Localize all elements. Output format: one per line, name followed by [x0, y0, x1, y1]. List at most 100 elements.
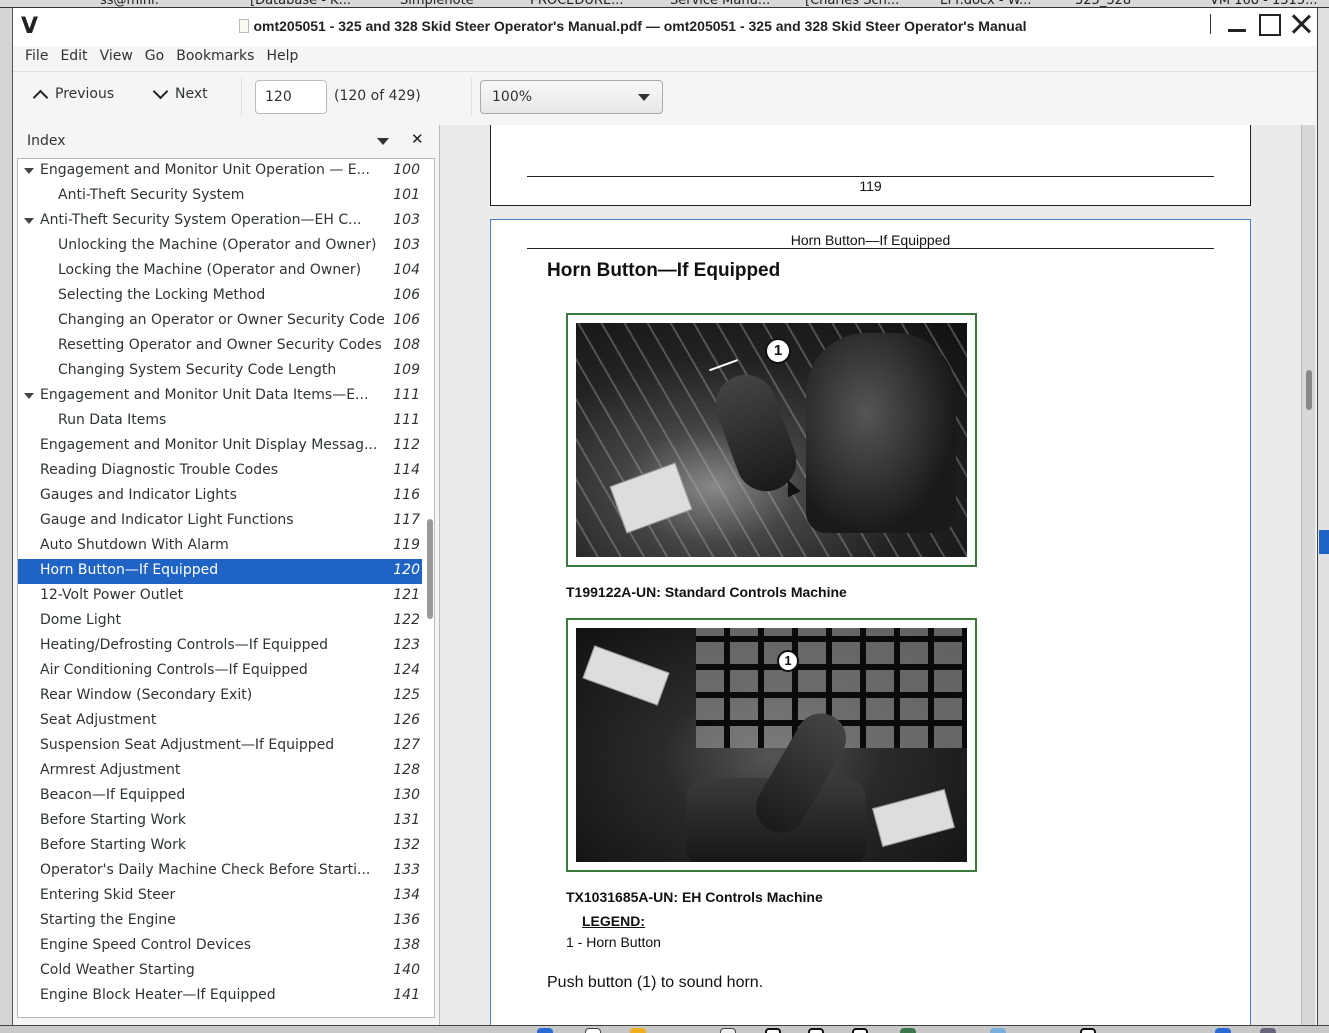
taskbar-app-icon[interactable]: [1260, 1028, 1276, 1033]
toc-item-label: Entering Skid Steer: [40, 887, 176, 903]
taskbar-item[interactable]: [Charles Sch...: [805, 0, 899, 7]
toc-item[interactable]: Anti-Theft Security System 101: [18, 184, 422, 209]
toc-item[interactable]: Dome Light 122: [18, 609, 422, 634]
page-number-input[interactable]: [255, 80, 327, 114]
taskbar-item[interactable]: ss@mini:: [100, 0, 159, 7]
taskbar-app-icon[interactable]: [808, 1028, 824, 1033]
toc-item-label: Engine Speed Control Devices: [40, 937, 251, 953]
callout-1: 1: [777, 650, 799, 672]
photo-eh-controls: 1: [576, 628, 967, 862]
toc-item[interactable]: Engagement and Monitor Unit Data Items—E…: [18, 384, 422, 409]
toc-item[interactable]: Engagement and Monitor Unit Operation — …: [18, 159, 422, 184]
toc-item[interactable]: Auto Shutdown With Alarm 119: [18, 534, 422, 559]
toc-item[interactable]: Unlocking the Machine (Operator and Owne…: [18, 234, 422, 259]
taskbar-app-icon[interactable]: [720, 1028, 736, 1033]
expander-triangle-icon[interactable]: [24, 218, 34, 224]
toc-item-label: Armrest Adjustment: [40, 762, 181, 778]
toc-item[interactable]: Beacon—If Equipped 130: [18, 784, 422, 809]
expander-triangle-icon[interactable]: [24, 168, 34, 174]
taskbar-item[interactable]: 325_328: [1075, 0, 1131, 7]
menu-view[interactable]: View: [94, 46, 139, 71]
sidebar-mode-dropdown-icon[interactable]: [377, 138, 389, 145]
toc-item[interactable]: Locking the Machine (Operator and Owner)…: [18, 259, 422, 284]
taskbar-item[interactable]: VM 168 - 1315...: [1210, 0, 1318, 7]
toc-item[interactable]: Cold Weather Starting 140: [18, 959, 422, 984]
document-scrollbar-thumb[interactable]: [1306, 370, 1312, 410]
close-button[interactable]: [1289, 12, 1313, 36]
window-controls: [1210, 12, 1313, 36]
toc-item[interactable]: Suspension Seat Adjustment—If Equipped 12…: [18, 734, 422, 759]
toc-item-page: 106: [393, 287, 420, 303]
taskbar-item[interactable]: Service Manu...: [670, 0, 770, 7]
toc-item-page: 101: [393, 187, 420, 203]
toc-item-page: 106: [393, 312, 420, 328]
taskbar-app-icon[interactable]: [585, 1028, 601, 1033]
taskbar-item[interactable]: [Database - K...: [250, 0, 351, 7]
taskbar-item[interactable]: Simplenote: [400, 0, 474, 7]
sidebar-close-icon[interactable]: ✕: [411, 130, 424, 148]
taskbar-app-icon[interactable]: [1080, 1028, 1096, 1033]
toc-item[interactable]: Run Data Items 111: [18, 409, 422, 434]
toc-item[interactable]: Heating/Defrosting Controls—If Equipped 1…: [18, 634, 422, 659]
menu-go[interactable]: Go: [139, 46, 170, 71]
toc-item[interactable]: Engagement and Monitor Unit Display Mess…: [18, 434, 422, 459]
sidebar-title: Index: [27, 133, 66, 149]
toc-item[interactable]: Reading Diagnostic Trouble Codes 114: [18, 459, 422, 484]
toolbar: Previous Next (120 of 429) 100%: [13, 72, 1317, 122]
menu-file[interactable]: File: [19, 46, 54, 71]
toc-item[interactable]: Changing System Security Code Length 109: [18, 359, 422, 384]
toc-item[interactable]: Armrest Adjustment 128: [18, 759, 422, 784]
toc-item[interactable]: Rear Window (Secondary Exit) 125: [18, 684, 422, 709]
expander-triangle-icon[interactable]: [24, 393, 34, 399]
toc-item[interactable]: Gauges and Indicator Lights 116: [18, 484, 422, 509]
taskbar-app-icon[interactable]: [630, 1028, 646, 1033]
taskbar-app-icon[interactable]: [1215, 1028, 1231, 1033]
toc-item[interactable]: Resetting Operator and Owner Security Co…: [18, 334, 422, 359]
taskbar-app-icon[interactable]: [900, 1028, 916, 1033]
toc-item[interactable]: Engine Speed Control Devices 138: [18, 934, 422, 959]
toc-item[interactable]: Before Starting Work 132: [18, 834, 422, 859]
maximize-button[interactable]: [1257, 12, 1281, 36]
menu-edit[interactable]: Edit: [54, 46, 93, 71]
toc-item-label: Engagement and Monitor Unit Data Items—E…: [40, 387, 369, 403]
toc-item-label: Resetting Operator and Owner Security Co…: [58, 337, 382, 353]
toc-item[interactable]: Starting the Engine 136: [18, 909, 422, 934]
taskbar-item[interactable]: LTT.docx - W...: [940, 0, 1031, 7]
toc-scrollbar[interactable]: [426, 159, 434, 1017]
toc-item-label: Anti-Theft Security System: [58, 187, 245, 203]
taskbar-app-icon[interactable]: [852, 1028, 868, 1033]
previous-page-button[interactable]: Previous: [33, 86, 114, 102]
zoom-dropdown[interactable]: 100%: [480, 80, 663, 114]
toc-item[interactable]: Selecting the Locking Method 106: [18, 284, 422, 309]
toc-item-label: Changing an Operator or Owner Security C…: [58, 312, 385, 328]
menu-bar: File Edit View Go Bookmarks Help: [13, 46, 1317, 72]
next-page-button[interactable]: Next: [153, 86, 208, 102]
photo-decal: [582, 645, 670, 706]
toc-item[interactable]: Entering Skid Steer 134: [18, 884, 422, 909]
taskbar-app-icon[interactable]: [765, 1028, 781, 1033]
toc-item[interactable]: Engine Block Heater—If Equipped 141: [18, 984, 422, 1009]
toc-item[interactable]: Gauge and Indicator Light Functions 117: [18, 509, 422, 534]
toc-item[interactable]: Horn Button—If Equipped 120: [18, 559, 422, 584]
toc-item[interactable]: Changing an Operator or Owner Security C…: [18, 309, 422, 334]
toc-item[interactable]: Before Starting Work 131: [18, 809, 422, 834]
toc-item[interactable]: Seat Adjustment 126: [18, 709, 422, 734]
taskbar-app-icon[interactable]: [537, 1028, 553, 1033]
taskbar-item[interactable]: PROCEDURE...: [530, 0, 624, 7]
title-bar[interactable]: V omt205051 - 325 and 328 Skid Steer Ope…: [13, 8, 1317, 46]
toc-scrollbar-thumb[interactable]: [427, 519, 433, 619]
document-scrollbar[interactable]: [1301, 125, 1315, 1025]
document-icon: [239, 19, 250, 33]
toc-item[interactable]: Anti-Theft Security System Operation—EH …: [18, 209, 422, 234]
body-text: Push button (1) to sound horn.: [547, 974, 764, 991]
toc-item-page: 114: [393, 462, 420, 478]
minimize-button[interactable]: [1225, 12, 1249, 36]
toc-item[interactable]: 12-Volt Power Outlet 121: [18, 584, 422, 609]
toc-item[interactable]: Air Conditioning Controls—If Equipped 124: [18, 659, 422, 684]
toc-item-page: 134: [393, 887, 420, 903]
taskbar-app-icon[interactable]: [990, 1028, 1006, 1033]
divider: [1210, 14, 1211, 34]
menu-help[interactable]: Help: [260, 46, 304, 71]
menu-bookmarks[interactable]: Bookmarks: [170, 46, 260, 71]
toc-item[interactable]: Operator's Daily Machine Check Before St…: [18, 859, 422, 884]
